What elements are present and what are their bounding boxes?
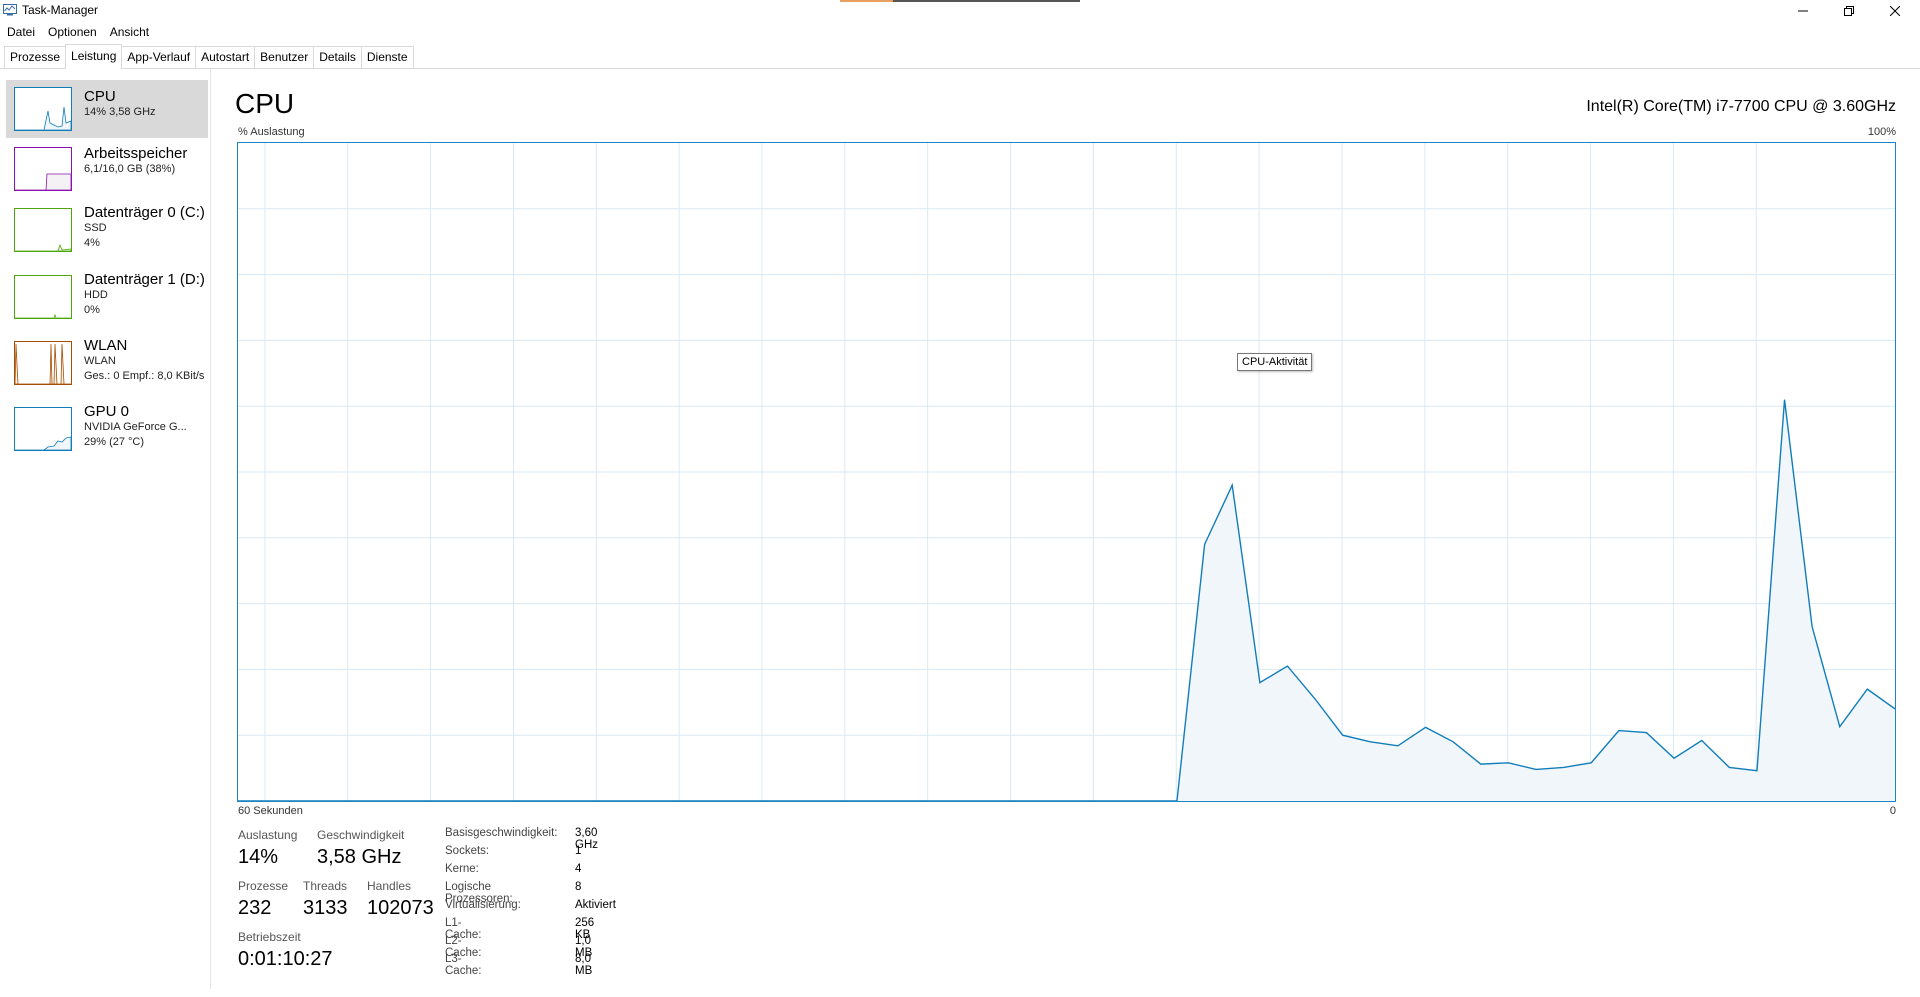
sidebar-item-memory[interactable]: Arbeitsspeicher 6,1/16,0 GB (38%): [6, 142, 208, 198]
chart-tooltip: CPU-Aktivität: [1237, 353, 1313, 371]
handles-label: Handles: [367, 879, 412, 893]
title-bar: Task-Manager: [0, 0, 1920, 22]
sidebar-disk-1-type: HDD: [84, 289, 108, 301]
processes-value: 232: [238, 897, 272, 919]
utilization-value: 14%: [238, 846, 279, 868]
y-axis-label: % Auslastung: [238, 126, 305, 138]
close-icon: [1890, 6, 1900, 16]
sidebar-disk-1-title: Datenträger 1 (D:): [84, 271, 205, 288]
sidebar-item-cpu[interactable]: CPU 14% 3,58 GHz: [6, 80, 208, 138]
sidebar-disk-0-usage: 4%: [84, 237, 100, 249]
sidebar-cpu-detail: 14% 3,58 GHz: [84, 106, 156, 118]
sidebar-gpu-0-usage: 29% (27 °C): [84, 436, 145, 448]
sidebar-disk-0-title: Datenträger 0 (C:): [84, 204, 205, 221]
tab-autostart[interactable]: Autostart: [195, 46, 256, 68]
disk-1-thumbnail-graph: [14, 275, 72, 319]
sidebar-item-disk-0[interactable]: Datenträger 0 (C:) SSD 4%: [6, 202, 208, 264]
threads-value: 3133: [303, 897, 348, 919]
sidebar-memory-title: Arbeitsspeicher: [84, 145, 188, 162]
sidebar-gpu-0-title: GPU 0: [84, 403, 130, 420]
menu-ansicht[interactable]: Ansicht: [103, 22, 155, 42]
cpu-thumbnail-graph: [14, 87, 72, 131]
sidebar-wlan-adapter: WLAN: [84, 355, 116, 367]
speed-value: 3,58 GHz: [317, 846, 402, 868]
x-axis-right-label: 0: [1889, 805, 1896, 817]
tab-leistung[interactable]: Leistung: [65, 44, 123, 69]
sidebar-wlan-throughput: Ges.: 0 Empf.: 8,0 KBit/s: [84, 370, 205, 382]
x-axis-left-label: 60 Sekunden: [238, 805, 303, 817]
menu-optionen[interactable]: Optionen: [41, 22, 103, 42]
sidebar-memory-detail: 6,1/16,0 GB (38%): [84, 163, 176, 175]
restore-icon: [1844, 6, 1854, 16]
cpu-usage-area: [238, 399, 1895, 801]
chart-horizontal-gridlines: [238, 208, 1895, 736]
uptime-label: Betriebszeit: [238, 930, 301, 944]
restore-button[interactable]: [1826, 0, 1872, 22]
sidebar-disk-1-usage: 0%: [84, 304, 100, 316]
minimize-button[interactable]: [1780, 0, 1826, 22]
task-manager-icon: [3, 4, 17, 16]
processes-label: Prozesse: [238, 879, 289, 893]
tab-bar: Prozesse Leistung App-Verlauf Autostart …: [0, 44, 1920, 69]
utilization-label: Auslastung: [238, 828, 298, 842]
sidebar-disk-0-type: SSD: [84, 222, 107, 234]
memory-thumbnail-graph: [14, 147, 72, 191]
title-accent-bar: [840, 0, 1080, 2]
sidebar-gpu-0-model: NVIDIA GeForce G...: [84, 421, 187, 433]
sidebar-wlan-title: WLAN: [84, 337, 128, 354]
threads-label: Threads: [303, 879, 348, 893]
tab-benutzer[interactable]: Benutzer: [254, 46, 315, 68]
gpu-0-thumbnail-graph: [14, 407, 72, 451]
close-button[interactable]: [1872, 0, 1918, 22]
wlan-thumbnail-graph: [14, 341, 72, 385]
handles-value: 102073: [367, 897, 434, 919]
y-axis-max-label: 100%: [1867, 126, 1896, 138]
resource-sidebar: CPU 14% 3,58 GHz Arbeitsspeicher 6,1/16,…: [0, 69, 211, 989]
tab-details[interactable]: Details: [313, 46, 362, 68]
minimize-icon: [1798, 10, 1808, 12]
cpu-model-name: Intel(R) Core(TM) i7-7700 CPU @ 3.60GHz: [1586, 98, 1896, 115]
speed-label: Geschwindigkeit: [317, 828, 405, 842]
sidebar-cpu-title: CPU: [84, 88, 116, 105]
tab-dienste[interactable]: Dienste: [360, 46, 414, 68]
tab-prozesse[interactable]: Prozesse: [4, 46, 67, 68]
window-title: Task-Manager: [22, 3, 99, 17]
tab-app-verlauf[interactable]: App-Verlauf: [121, 46, 197, 68]
menu-datei[interactable]: Datei: [0, 22, 41, 42]
page-title: CPU: [235, 88, 295, 119]
sidebar-item-gpu-0[interactable]: GPU 0 NVIDIA GeForce G... 29% (27 °C): [6, 400, 208, 462]
cpu-activity-chart[interactable]: [237, 142, 1896, 802]
disk-0-thumbnail-graph: [14, 208, 72, 252]
sidebar-item-wlan[interactable]: WLAN WLAN Ges.: 0 Empf.: 8,0 KBit/s: [6, 334, 208, 396]
sidebar-item-disk-1[interactable]: Datenträger 1 (D:) HDD 0%: [6, 268, 208, 330]
uptime-value: 0:01:10:27: [238, 948, 333, 970]
menu-bar: Datei Optionen Ansicht: [0, 22, 155, 42]
